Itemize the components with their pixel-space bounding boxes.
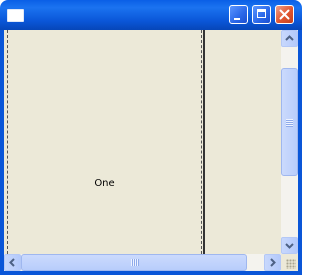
horizontal-scroll-thumb[interactable] (21, 254, 247, 271)
chevron-left-icon (9, 258, 15, 267)
horizontal-scrollbar[interactable] (4, 254, 281, 271)
close-button[interactable] (275, 5, 294, 24)
app-window: One (0, 0, 302, 275)
vertical-scrollbar[interactable] (281, 30, 298, 254)
scroll-right-button[interactable] (264, 254, 281, 271)
chevron-right-icon (270, 258, 276, 267)
scroll-down-button[interactable] (281, 237, 298, 254)
minimize-icon (234, 18, 240, 20)
grip-icon (286, 119, 293, 127)
vertical-scroll-thumb[interactable] (281, 68, 298, 176)
chevron-up-icon (285, 35, 294, 41)
scrolled-content-area: One (4, 30, 298, 271)
window-frame-right (298, 30, 302, 275)
close-icon (279, 9, 290, 20)
title-bar[interactable] (0, 0, 302, 30)
chevron-down-icon (285, 243, 294, 249)
resize-grip-icon (286, 259, 296, 269)
pane-two[interactable] (205, 30, 281, 254)
pane-one-label: One (94, 178, 115, 189)
scroll-up-button[interactable] (281, 30, 298, 47)
maximize-button[interactable] (252, 5, 271, 24)
window-icon (7, 9, 24, 22)
window-frame-bottom (0, 271, 302, 275)
minimize-button[interactable] (229, 5, 248, 24)
grip-icon (131, 259, 139, 266)
maximize-icon (257, 9, 266, 18)
pane-one[interactable]: One (7, 30, 202, 254)
resize-grip[interactable] (281, 254, 298, 271)
scroll-left-button[interactable] (4, 254, 21, 271)
